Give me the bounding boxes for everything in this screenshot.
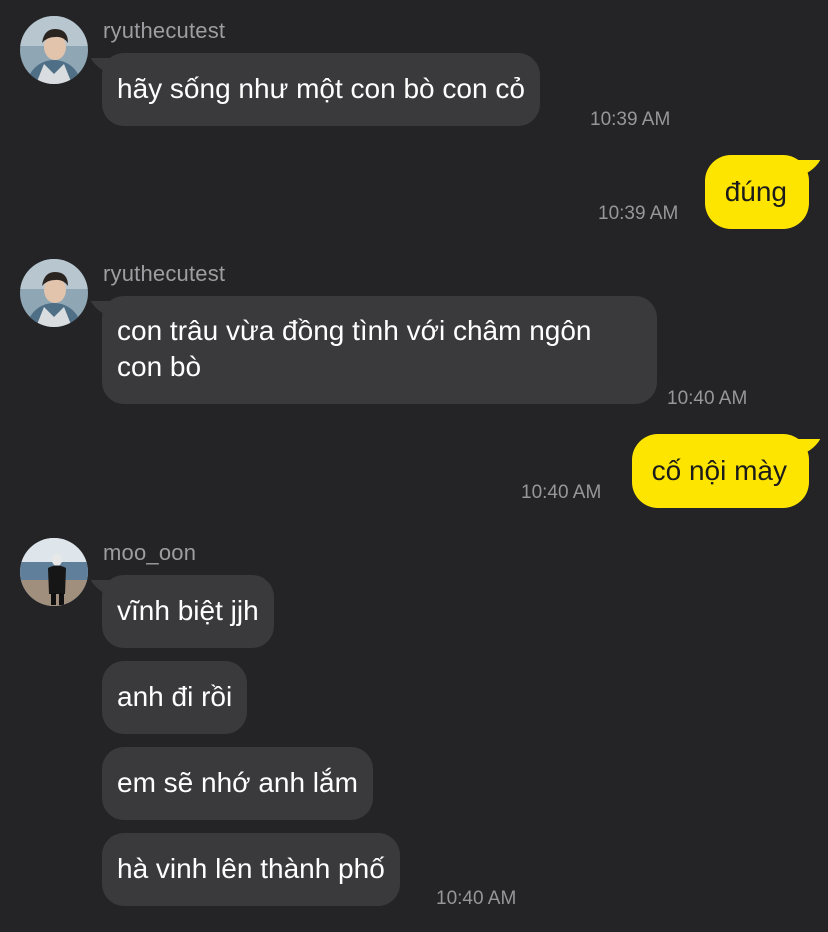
message-timestamp: 10:40 AM (667, 388, 748, 409)
message-bubble[interactable]: con trâu vừa đồng tình với châm ngôn con… (102, 296, 657, 404)
sender-name: moo_oon (103, 540, 197, 565)
chat-room: ryuthecutest hãy sống như một con bò con… (0, 0, 828, 932)
avatar-photo (20, 259, 88, 327)
message-timestamp: 10:40 AM (436, 888, 517, 909)
message-timestamp: 10:40 AM (521, 482, 602, 503)
message-bubble[interactable]: em sẽ nhớ anh lắm (102, 747, 373, 820)
message-bubble[interactable]: hà vinh lên thành phố (102, 833, 400, 906)
message-bubble[interactable]: hãy sống như một con bò con cỏ (102, 53, 540, 126)
avatar-photo (20, 538, 88, 606)
sender-name: ryuthecutest (103, 261, 226, 286)
message-bubble[interactable]: vĩnh biệt jjh (102, 575, 274, 648)
message-timestamp: 10:39 AM (590, 109, 671, 130)
sender-name: ryuthecutest (103, 18, 226, 43)
avatar[interactable] (20, 259, 88, 327)
message-bubble[interactable]: anh đi rồi (102, 661, 248, 734)
avatar[interactable] (20, 538, 88, 606)
message-timestamp: 10:39 AM (598, 203, 679, 224)
message-bubble-outgoing[interactable]: đúng (704, 155, 809, 229)
avatar[interactable] (20, 16, 88, 84)
avatar-photo (20, 16, 88, 84)
message-bubble-outgoing[interactable]: cố nội mày (631, 434, 809, 508)
